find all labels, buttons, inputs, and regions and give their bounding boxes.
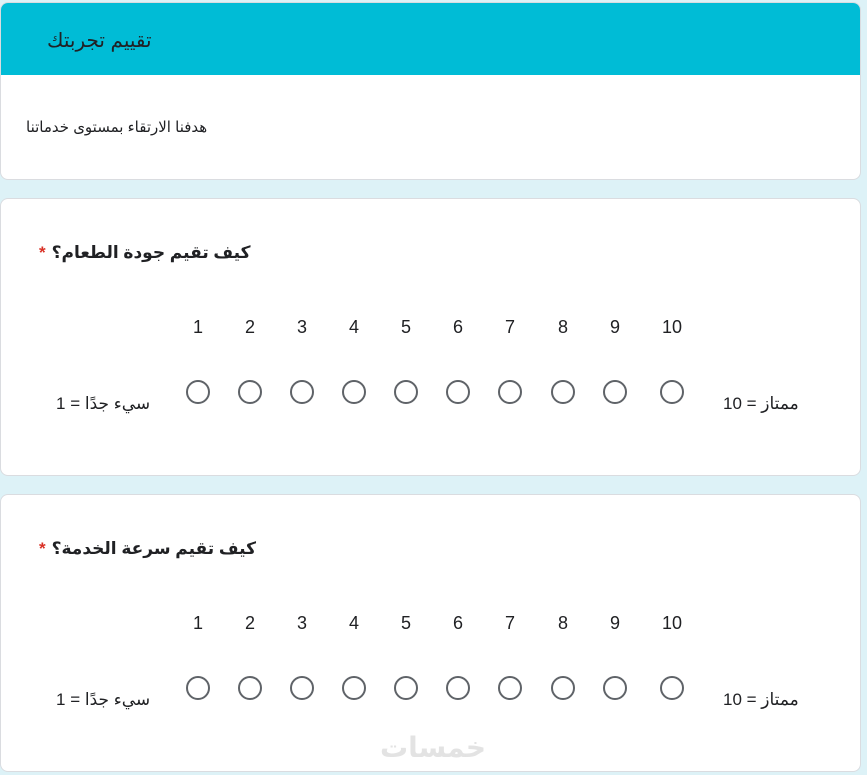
scale-number-4: 4 bbox=[348, 317, 359, 337]
scale-number-7: 7 bbox=[504, 613, 515, 633]
rating-radio-8[interactable] bbox=[551, 380, 575, 404]
scale-high-label: ممتاز = 10 bbox=[723, 690, 799, 709]
scale-number-3: 3 bbox=[296, 613, 307, 633]
rating-radio-3[interactable] bbox=[290, 380, 314, 404]
rating-radio-6[interactable] bbox=[446, 380, 470, 404]
scale-number-6: 6 bbox=[452, 613, 463, 633]
form-header-card: تقييم تجربتك هدفنا الارتقاء بمستوى خدمات… bbox=[0, 2, 861, 180]
scale-number-8: 8 bbox=[557, 317, 568, 337]
form-title: تقييم تجربتك bbox=[47, 30, 152, 52]
scale-number-9: 9 bbox=[609, 613, 620, 633]
scale-number-9: 9 bbox=[609, 317, 620, 337]
question-title-text: كيف تقيم جودة الطعام؟ bbox=[51, 243, 251, 262]
rating-radio-1[interactable] bbox=[186, 676, 210, 700]
rating-radio-2[interactable] bbox=[238, 380, 262, 404]
form-description: هدفنا الارتقاء بمستوى خدماتنا bbox=[26, 119, 208, 136]
scale-number-8: 8 bbox=[557, 613, 568, 633]
rating-radio-7[interactable] bbox=[498, 380, 522, 404]
question-title-text: كيف تقيم سرعة الخدمة؟ bbox=[51, 539, 256, 558]
scale-low-label: سيء جدًا = 1 bbox=[56, 690, 151, 709]
rating-radio-10[interactable] bbox=[660, 676, 684, 700]
scale-number-7: 7 bbox=[504, 317, 515, 337]
form-header-band: تقييم تجربتك bbox=[1, 3, 860, 75]
question-title: كيف تقيم جودة الطعام؟ * bbox=[39, 243, 251, 263]
rating-radio-9[interactable] bbox=[603, 676, 627, 700]
scale-low-label: سيء جدًا = 1 bbox=[56, 394, 151, 413]
scale-number-3: 3 bbox=[296, 317, 307, 337]
rating-radio-5[interactable] bbox=[394, 380, 418, 404]
scale-number-2: 2 bbox=[244, 317, 255, 337]
required-asterisk: * bbox=[39, 539, 46, 558]
required-asterisk: * bbox=[39, 243, 46, 262]
scale-high-label: ممتاز = 10 bbox=[723, 394, 799, 413]
rating-radio-5[interactable] bbox=[394, 676, 418, 700]
rating-radio-4[interactable] bbox=[342, 380, 366, 404]
rating-radio-9[interactable] bbox=[603, 380, 627, 404]
rating-radio-10[interactable] bbox=[660, 380, 684, 404]
rating-radio-4[interactable] bbox=[342, 676, 366, 700]
scale-number-6: 6 bbox=[452, 317, 463, 337]
scale-number-1: 1 bbox=[192, 613, 203, 633]
rating-radio-6[interactable] bbox=[446, 676, 470, 700]
rating-radio-3[interactable] bbox=[290, 676, 314, 700]
rating-radio-2[interactable] bbox=[238, 676, 262, 700]
rating-radio-1[interactable] bbox=[186, 380, 210, 404]
question-card-food-quality: كيف تقيم جودة الطعام؟ * سيء جدًا = 1 ممتا… bbox=[0, 198, 861, 476]
scale-number-4: 4 bbox=[348, 613, 359, 633]
scale-number-10: 10 bbox=[661, 613, 683, 633]
scale-number-5: 5 bbox=[400, 317, 411, 337]
scale-number-1: 1 bbox=[192, 317, 203, 337]
scale-number-5: 5 bbox=[400, 613, 411, 633]
scale-number-10: 10 bbox=[661, 317, 683, 337]
question-title: كيف تقيم سرعة الخدمة؟ * bbox=[39, 539, 256, 559]
rating-radio-8[interactable] bbox=[551, 676, 575, 700]
watermark-logo: خمسات bbox=[380, 732, 487, 763]
rating-radio-7[interactable] bbox=[498, 676, 522, 700]
scale-number-2: 2 bbox=[244, 613, 255, 633]
